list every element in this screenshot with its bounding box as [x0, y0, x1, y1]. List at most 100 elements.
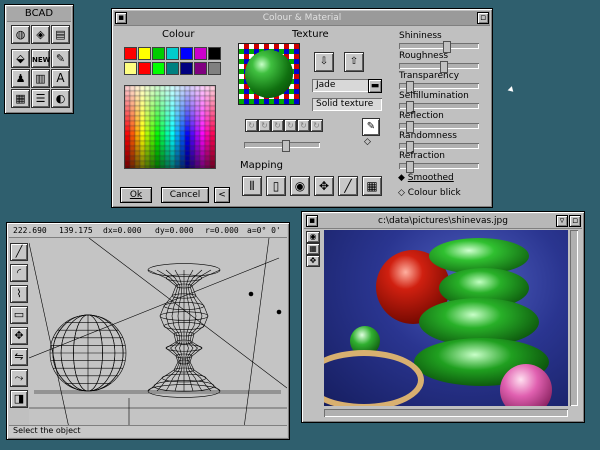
colour-material-titlebar[interactable]: Colour & Material — [114, 11, 490, 26]
chart-icon[interactable]: ▥ — [31, 69, 50, 88]
close-button[interactable]: ▪ — [115, 12, 127, 24]
cube-icon[interactable]: ◈ — [31, 25, 50, 44]
palette-swatch[interactable] — [166, 62, 179, 75]
mouse-pointer-icon — [507, 86, 516, 94]
ok-label: Ok — [129, 190, 143, 200]
slider-label: Shininess — [399, 31, 442, 41]
bucket-icon[interactable]: ⬙ — [11, 49, 30, 68]
palette-swatch[interactable] — [208, 62, 221, 75]
material-slider[interactable] — [399, 121, 479, 133]
cancel-button[interactable]: Cancel — [161, 187, 209, 203]
coordinate-readout: 222.690 139.175 dx=0.000 dy=0.000 r=0.00… — [9, 225, 287, 238]
texture-heading: Texture — [292, 29, 329, 40]
material-slider[interactable] — [399, 41, 479, 53]
texture-name-field[interactable]: Jade — [312, 79, 374, 92]
maximize-button[interactable]: ▫ — [569, 215, 581, 227]
bend-icon[interactable]: ⤳ — [10, 369, 28, 387]
layers-icon[interactable]: ☰ — [31, 89, 50, 108]
palette-swatch[interactable] — [180, 62, 193, 75]
maximize-button[interactable]: ▫ — [477, 12, 489, 24]
view-icon[interactable]: ◉ — [306, 231, 320, 243]
vertical-scrollbar[interactable] — [570, 230, 578, 406]
texture-transform-button[interactable]: ↻ — [310, 119, 323, 132]
new-icon[interactable]: NEW — [31, 49, 50, 68]
palette-swatch[interactable] — [138, 62, 151, 75]
texture-dropdown-button[interactable]: ▬ — [368, 79, 382, 93]
checker-map-icon[interactable]: ▦ — [362, 176, 382, 196]
texture-transform-button[interactable]: ↻ — [245, 119, 258, 132]
slider-label: Selfillumination — [399, 91, 469, 101]
move-icon[interactable]: ✥ — [10, 327, 28, 345]
texture-edit-icon[interactable]: ✎ — [362, 118, 380, 136]
palette-swatch[interactable] — [194, 62, 207, 75]
globe-icon[interactable]: ◍ — [11, 25, 30, 44]
planar-map-icon[interactable]: ✥ — [314, 176, 334, 196]
material-slider[interactable] — [399, 161, 479, 173]
figure-icon[interactable]: ♟ — [11, 69, 30, 88]
palette-swatch[interactable] — [166, 47, 179, 60]
palette-swatch[interactable] — [138, 47, 151, 60]
sphere-map-icon[interactable]: ◉ — [290, 176, 310, 196]
palette-swatch[interactable] — [180, 47, 193, 60]
palette-swatch[interactable] — [208, 47, 221, 60]
texture-transform-button[interactable]: ↻ — [271, 119, 284, 132]
image-title: c:\data\pictures\shinevas.jpg — [378, 216, 508, 226]
material-slider[interactable] — [399, 81, 479, 93]
arc-icon[interactable]: ◜ — [10, 264, 28, 282]
palette-swatch[interactable] — [152, 47, 165, 60]
material-slider[interactable] — [399, 61, 479, 73]
ok-button[interactable]: Ok — [120, 187, 152, 203]
palette-swatch[interactable] — [124, 62, 137, 75]
slider-label: Roughness — [399, 51, 449, 61]
texture-scale-slider[interactable] — [244, 140, 320, 152]
close-button[interactable]: ▪ — [306, 215, 318, 227]
save-texture-icon[interactable]: ⇧ — [344, 52, 364, 72]
palette-swatch[interactable] — [152, 62, 165, 75]
colour-blick-radio[interactable]: ◇ Colour blick — [398, 188, 461, 198]
material-slider[interactable] — [399, 141, 479, 153]
load-texture-icon[interactable]: ⇩ — [314, 52, 334, 72]
back-button[interactable]: < — [214, 187, 230, 203]
image-titlebar[interactable]: c:\data\pictures\shinevas.jpg — [304, 214, 582, 229]
line-icon[interactable]: ╱ — [10, 243, 28, 261]
rect-icon[interactable]: ▭ — [10, 306, 28, 324]
colour-heading: Colour — [162, 29, 195, 40]
cad-window: 222.690 139.175 dx=0.000 dy=0.000 r=0.00… — [6, 222, 290, 440]
texture-transform-button[interactable]: ↻ — [284, 119, 297, 132]
minimize-button[interactable]: ▿ — [556, 215, 568, 227]
cylinder-map-icon[interactable]: ⫴ — [242, 176, 262, 196]
box-map-icon[interactable]: ▯ — [266, 176, 286, 196]
texture-type-field[interactable]: Solid texture — [312, 98, 382, 111]
paint-icon[interactable]: ▤ — [51, 25, 70, 44]
text-icon[interactable]: A — [51, 69, 70, 88]
node-point — [276, 309, 282, 315]
construction-line — [243, 238, 270, 428]
window-title: Colour & Material — [262, 13, 342, 23]
palette-swatch[interactable] — [194, 47, 207, 60]
render-icon[interactable]: ◐ — [51, 89, 70, 108]
readout-y: 139.175 — [59, 226, 93, 235]
grid-icon[interactable]: ▦ — [306, 243, 320, 255]
material-slider[interactable] — [399, 101, 479, 113]
polyline-icon[interactable]: ⌇ — [10, 285, 28, 303]
pen-icon[interactable]: ✎ — [51, 49, 70, 68]
colour-spectrum[interactable] — [124, 85, 216, 169]
texture-transform-button[interactable]: ↻ — [297, 119, 310, 132]
palette-swatch[interactable] — [124, 47, 137, 60]
construction-line — [29, 257, 280, 359]
smoothed-radio[interactable]: ◆ Smoothed — [398, 173, 454, 183]
move-icon[interactable]: ✥ — [306, 255, 320, 267]
readout-r: r=0.000 — [205, 226, 239, 235]
vase-profile — [188, 269, 212, 392]
calc-icon[interactable]: ▦ — [11, 89, 30, 108]
text-tool-label: A — [56, 71, 65, 85]
texture-type: Solid texture — [316, 99, 374, 109]
wireframe-canvas[interactable] — [29, 238, 287, 428]
shade-icon[interactable]: ◨ — [10, 390, 28, 408]
diagonal-map-icon[interactable]: ╱ — [338, 176, 358, 196]
mirror-icon[interactable]: ⇋ — [10, 348, 28, 366]
texture-scale-thumb[interactable] — [282, 140, 290, 152]
texture-transform-button[interactable]: ↻ — [258, 119, 271, 132]
horizontal-scrollbar[interactable] — [324, 409, 568, 417]
slider-thumb[interactable] — [406, 161, 414, 173]
